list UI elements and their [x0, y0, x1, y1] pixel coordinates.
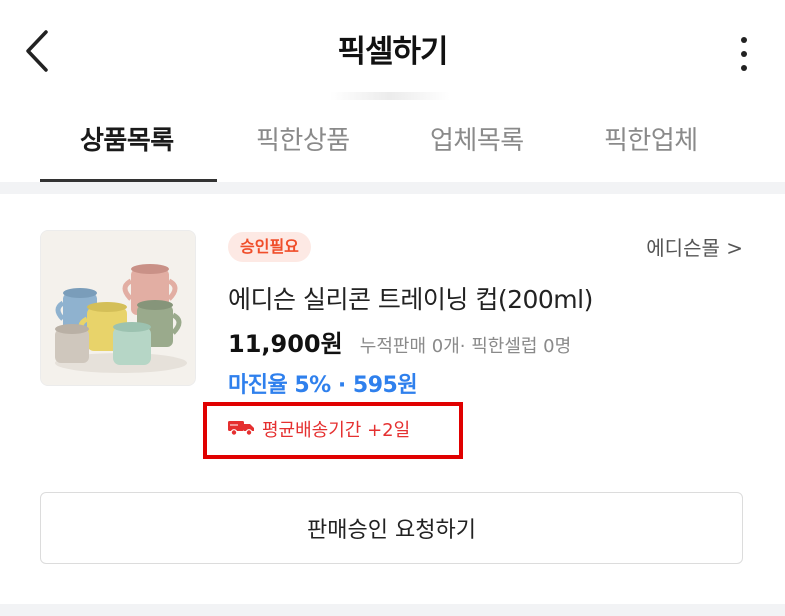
app-header: 픽셀하기	[0, 0, 785, 100]
product-name[interactable]: 에디슨 실리콘 트레이닝 컵(200ml)	[228, 280, 593, 316]
product-price: 11,900원	[228, 330, 343, 358]
faint-divider	[330, 92, 450, 100]
more-vertical-icon	[741, 37, 747, 43]
bottom-divider	[0, 604, 785, 616]
section-divider	[0, 182, 785, 194]
tab-vendor-list[interactable]: 업체목록	[430, 120, 524, 157]
price-row: 11,900원 누적판매 0개· 픽한셀럽 0명	[228, 324, 571, 359]
tab-product-list[interactable]: 상품목록	[80, 120, 174, 157]
delivery-info: 평균배송기간 +2일	[228, 416, 410, 442]
product-thumbnail[interactable]	[40, 230, 196, 386]
request-approval-button[interactable]: 판매승인 요청하기	[40, 492, 743, 564]
delivery-period: 평균배송기간 +2일	[262, 420, 411, 441]
more-options-button[interactable]	[731, 34, 757, 74]
page-title: 픽셀하기	[337, 34, 448, 70]
product-image	[41, 231, 195, 385]
sales-stats: 누적판매 0개· 픽한셀럽 0명	[359, 336, 572, 357]
margin-info: 마진율 5% · 595원	[228, 373, 418, 398]
tab-bar: 상품목록 픽한상품 업체목록 픽한업체	[0, 104, 785, 183]
tab-picked-vendors[interactable]: 픽한업체	[604, 120, 698, 157]
product-card: 승인필요 에디슨몰 > 에디슨 실리콘 트레이닝 컵(200ml) 11,900…	[0, 194, 785, 604]
tab-picked-products[interactable]: 픽한상품	[256, 120, 350, 157]
truck-icon	[228, 418, 256, 441]
approval-required-badge: 승인필요	[228, 232, 311, 262]
vendor-link[interactable]: 에디슨몰 >	[646, 232, 743, 261]
